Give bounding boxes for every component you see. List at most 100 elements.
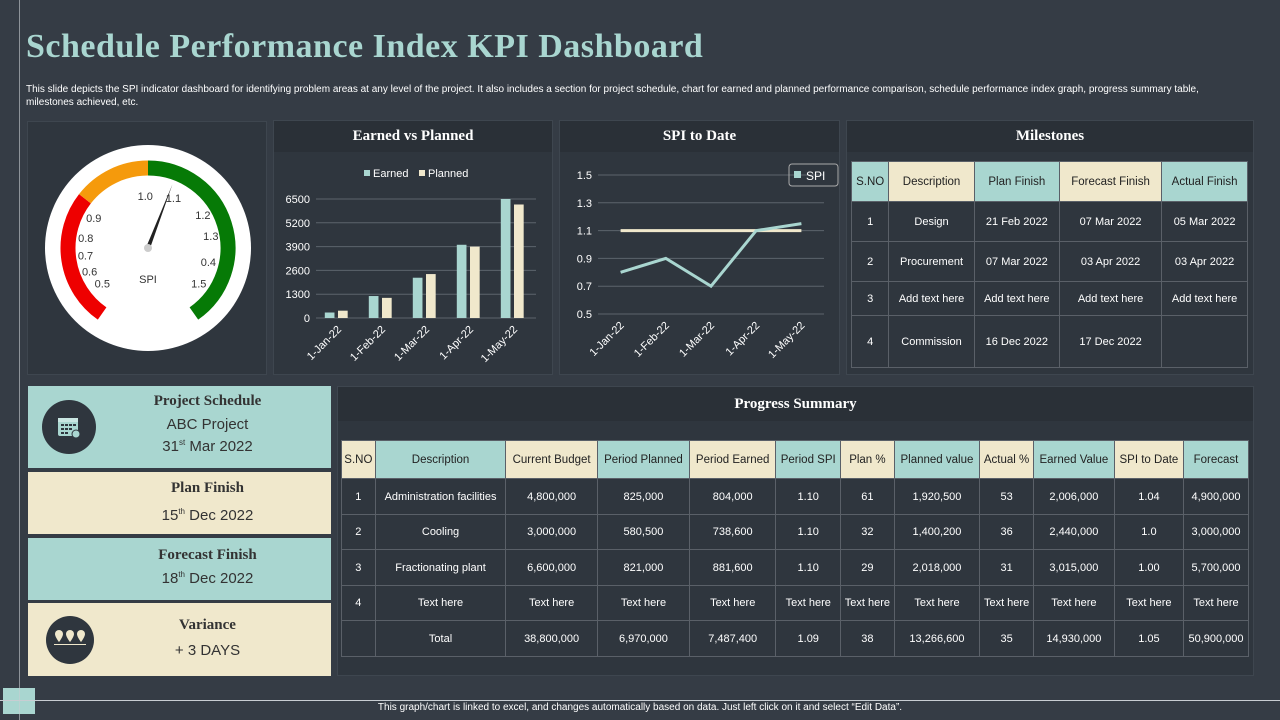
gauge-tick-label: 0.8	[78, 233, 93, 245]
table-cell: Text here	[1113, 585, 1185, 621]
column-header: Description	[888, 161, 975, 202]
table-cell: 1	[850, 201, 890, 242]
project-name: ABC Project	[166, 416, 249, 433]
column-header: Period Planned	[596, 440, 691, 479]
column-header: Plan %	[840, 440, 895, 479]
column-header: Planned value	[893, 440, 981, 479]
table-cell	[341, 620, 376, 657]
table-cell: 821,000	[596, 549, 691, 586]
gauge-tick-label: 1.5	[191, 279, 206, 291]
table-row: 2 Procurement 07 Mar 2022 03 Apr 2022 03 Apr…	[850, 241, 1248, 282]
table-cell: 4,900,000	[1183, 478, 1249, 515]
table-cell: 1.00	[1113, 549, 1185, 586]
footer-note: This graph/chart is linked to excel, and…	[377, 702, 903, 713]
card-title: Forecast Finish	[158, 547, 257, 563]
table-cell: 3,000,000	[505, 514, 598, 550]
column-header: Forecast	[1183, 440, 1249, 479]
table-cell: Text here	[689, 585, 777, 621]
y-tick-label: 0.9	[577, 253, 592, 265]
bar-planned	[514, 204, 524, 318]
table-cell: 1.10	[775, 549, 842, 586]
table-cell: 1.10	[775, 478, 842, 515]
bar-earned	[456, 244, 467, 318]
y-tick-label: 6500	[286, 194, 310, 206]
table-cell: Text here	[979, 585, 1034, 621]
column-header: S.NO	[850, 161, 890, 202]
x-tick-label: 1-Apr-22	[724, 320, 763, 359]
gauge-tick-label: 0.4	[201, 257, 216, 269]
table-cell: 7,487,400	[689, 620, 777, 657]
table-cell	[1161, 315, 1248, 368]
y-tick-label: 1.3	[577, 198, 592, 210]
table-row: 1 Administration facilities 4,800,000 825,0…	[341, 478, 1249, 515]
y-tick-label: 0.7	[577, 281, 592, 293]
suffix: th	[178, 507, 185, 516]
gauge-pivot	[144, 244, 152, 252]
table-cell: 17 Dec 2022	[1058, 315, 1163, 368]
table-cell: 53	[979, 478, 1034, 515]
panel-title: SPI to Date	[560, 121, 839, 152]
panel-title: Progress Summary	[338, 387, 1253, 421]
day: 15	[161, 507, 179, 524]
table-cell: 1	[341, 478, 376, 515]
table-cell: 35	[979, 620, 1034, 657]
gauge-tick-label: 1.2	[195, 210, 210, 222]
forecast-finish-card: Forecast Finish 18th Dec 2022	[28, 538, 331, 600]
spi-gauge: 0.50.60.70.80.91.0 1.11.21.30.41.5SPI	[45, 145, 251, 351]
table-cell: 3	[341, 549, 376, 586]
table-cell: Commission	[888, 315, 975, 368]
column-header: Period SPI	[775, 440, 842, 479]
day: 31	[162, 438, 179, 455]
table-row: 4 Commission 16 Dec 2022 17 Dec 2022	[850, 315, 1248, 368]
x-tick-label: 1-Mar-22	[677, 320, 717, 360]
table-cell: 32	[840, 514, 895, 550]
column-header: Plan Finish	[973, 161, 1060, 202]
table-cell: Total	[374, 620, 507, 657]
spi-line	[620, 222, 802, 289]
calendar-icon	[42, 400, 96, 454]
legend-swatch	[364, 170, 370, 176]
table-cell: 38	[840, 620, 895, 657]
table-cell: Text here	[1032, 585, 1115, 621]
card-title: Project Schedule	[153, 393, 262, 409]
table-cell: 21 Feb 2022	[973, 201, 1060, 242]
earned-vs-planned-panel: Earned vs Planned 0 1300 2600 3900 5200 6500 1…	[273, 120, 553, 375]
table-cell: Procurement	[888, 241, 975, 282]
table-cell: Add text here	[888, 281, 975, 316]
column-header: Actual %	[979, 440, 1034, 479]
table-cell: Add text here	[1161, 281, 1248, 316]
bar-earned	[500, 199, 511, 318]
bar-planned	[338, 310, 348, 318]
table-cell: Text here	[596, 585, 691, 621]
table-cell: 31	[979, 549, 1034, 586]
table-cell: 3,000,000	[1183, 514, 1249, 550]
table-cell: 50,900,000	[1183, 620, 1249, 657]
legend-label: Earned	[373, 168, 408, 180]
spi-to-date-chart[interactable]: 0.5 0.7 0.9 1.1 1.3 1.5 1-Jan-22 1-Feb-22 1-Mar-…	[560, 152, 841, 376]
table-cell: 05 Mar 2022	[1161, 201, 1248, 242]
earned-vs-planned-chart[interactable]: 0130026003900520065001-Jan-22 1-Feb-22 1-M…	[274, 152, 554, 376]
legend-swatch	[794, 171, 801, 178]
y-tick-label: 0.5	[577, 309, 592, 321]
table-cell: Design	[888, 201, 975, 242]
x-tick-label: 1-Mar-22	[392, 324, 432, 364]
variance-value: + 3 DAYS	[174, 642, 241, 659]
column-header: Period Earned	[689, 440, 777, 479]
month-year: Dec 2022	[189, 570, 254, 587]
table-cell: 738,600	[689, 514, 777, 550]
x-tick-label: 1-Feb-22	[632, 320, 672, 360]
table-cell: 6,600,000	[505, 549, 598, 586]
table-cell: 1.10	[775, 514, 842, 550]
table-cell: 1,400,200	[893, 514, 981, 550]
bar-planned	[426, 274, 436, 318]
table-row: 2 Cooling 3,000,000 580,500 738,600 1.10 32 1,4…	[341, 514, 1249, 550]
column-header: Earned Value	[1032, 440, 1115, 479]
table-row: Total 38,800,000 6,970,000 7,487,400 1.09 38 1…	[341, 620, 1249, 657]
table-cell: 580,500	[596, 514, 691, 550]
table-cell: 16 Dec 2022	[973, 315, 1060, 368]
page-title: Schedule Performance Index KPI Dashboard	[26, 28, 704, 65]
spi-to-date-panel: SPI to Date 0.5 0.7 0.9 1.1 1.3 1.5 1-Jan-22 1-…	[559, 120, 840, 375]
y-tick-label: 0	[304, 313, 310, 325]
table-row: 3 Add text here Add text here Add text here…	[850, 281, 1248, 316]
table-cell: Text here	[374, 585, 507, 621]
